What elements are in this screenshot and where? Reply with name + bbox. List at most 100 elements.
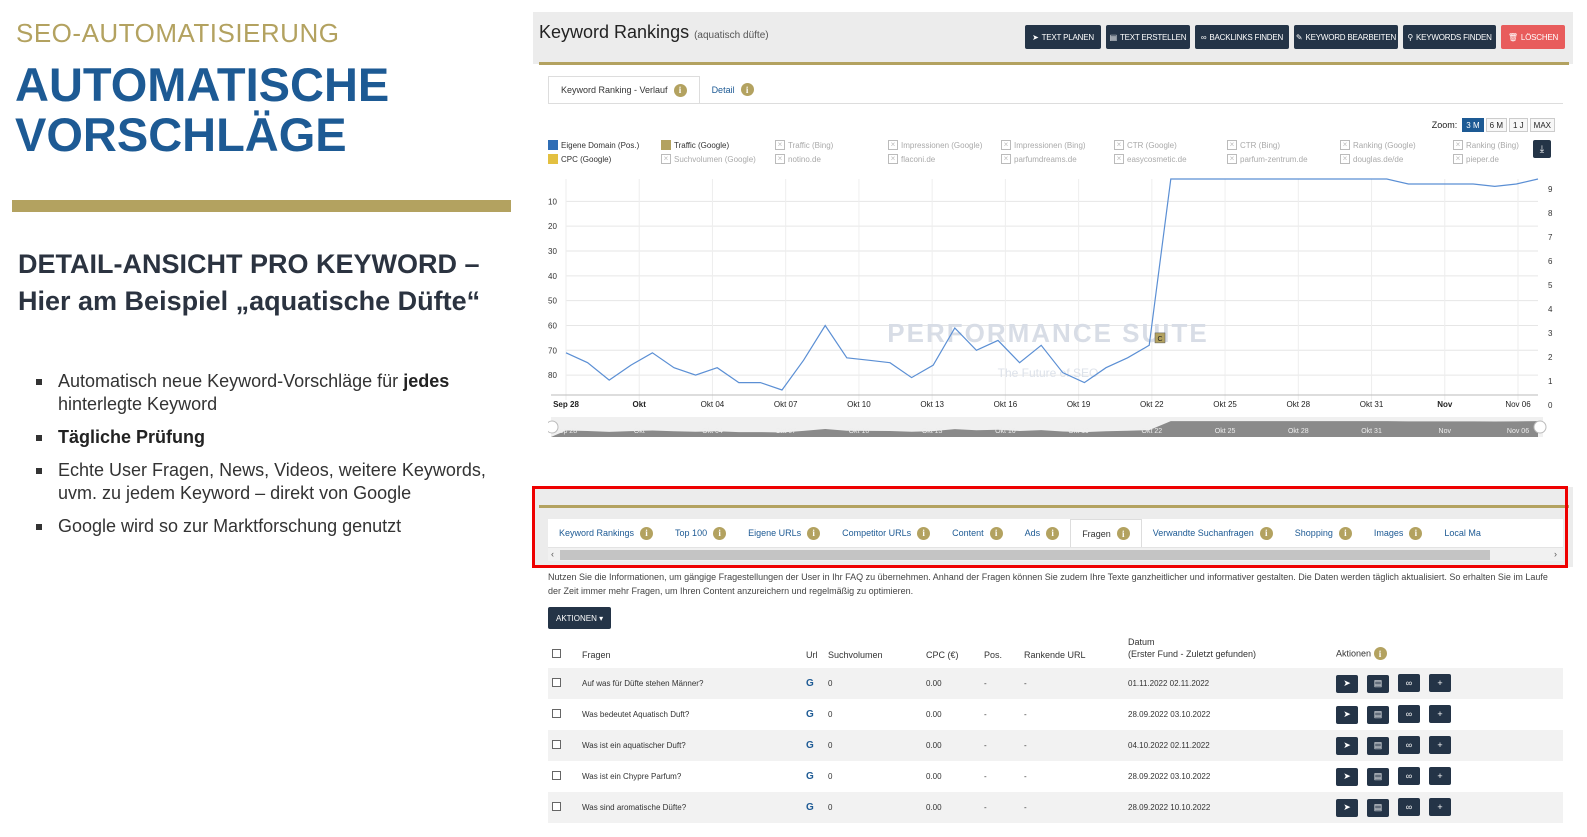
book-icon: ▤ — [1109, 32, 1118, 42]
info-icon[interactable]: i — [1373, 647, 1387, 660]
google-icon[interactable]: G — [806, 802, 814, 813]
legend-hidden-icon: × — [1453, 154, 1463, 164]
legend-item[interactable]: × Traffic (Bing) — [775, 140, 833, 150]
paper-plane-action-button[interactable]: ➤ — [1336, 674, 1358, 693]
col-rankende-url[interactable]: Rankende URL — [1020, 632, 1124, 668]
slide-subhead: DETAIL-ANSICHT PRO KEYWORD – Hier am Bei… — [18, 246, 518, 320]
paper-plane-action-button[interactable]: ➤ — [1336, 705, 1358, 724]
plus-action-button[interactable]: + — [1429, 767, 1451, 786]
navigator-tick-label: Okt 04 — [702, 428, 723, 435]
paper-plane-action-button[interactable]: ➤ — [1336, 736, 1358, 755]
book-action-button[interactable]: ▤ — [1367, 674, 1389, 693]
col-suchvolumen[interactable]: Suchvolumen — [824, 632, 922, 668]
paper-plane-action-button[interactable]: ➤ — [1336, 798, 1358, 817]
legend-label: Eigene Domain (Pos.) — [561, 140, 640, 150]
text-planen-button[interactable]: ➤ TEXT PLANEN — [1025, 25, 1101, 49]
legend-item[interactable]: × Ranking (Bing) — [1453, 140, 1519, 150]
x-tick-label: Okt 16 — [994, 400, 1018, 409]
zoom-max-button[interactable]: MAX — [1529, 118, 1555, 132]
plus-action-button[interactable]: + — [1429, 736, 1451, 755]
legend-item[interactable]: × parfum-zentrum.de — [1227, 154, 1308, 164]
paper-plane-action-button[interactable]: ➤ — [1336, 767, 1358, 786]
book-action-button[interactable]: ▤ — [1367, 705, 1389, 724]
google-icon[interactable]: G — [806, 709, 814, 720]
x-tick-label: Okt 31 — [1360, 400, 1384, 409]
legend-item[interactable]: × Suchvolumen (Google) — [661, 154, 756, 164]
zoom-3m-button[interactable]: 3 M — [1462, 118, 1484, 132]
plus-action-button[interactable]: + — [1429, 705, 1451, 724]
loeschen-button[interactable]: 🗑 LÖSCHEN — [1501, 25, 1565, 49]
pos-cell-text: - — [984, 772, 987, 781]
link-action-button[interactable]: ∞ — [1398, 736, 1420, 755]
url-cell: G — [802, 730, 824, 761]
backlinks-finden-button[interactable]: ∞ BACKLINKS FINDEN — [1195, 25, 1289, 49]
legend-label: Impressionen (Google) — [901, 140, 983, 150]
google-icon[interactable]: G — [806, 771, 814, 782]
google-icon[interactable]: G — [806, 678, 814, 689]
legend-item[interactable]: × CTR (Google) — [1114, 140, 1177, 150]
google-icon[interactable]: G — [806, 740, 814, 751]
legend-label: Ranking (Google) — [1353, 140, 1416, 150]
col-fragen[interactable]: Fragen — [578, 632, 802, 668]
legend-item[interactable]: × Impressionen (Bing) — [1001, 140, 1086, 150]
book-action-button[interactable]: ▤ — [1367, 736, 1389, 755]
link-action-button[interactable]: ∞ — [1398, 674, 1420, 693]
col-pos[interactable]: Pos. — [980, 632, 1020, 668]
question-cell-text: Auf was für Düfte stehen Männer? — [582, 679, 704, 688]
keyword-bearbeiten-button[interactable]: ✎ KEYWORD BEARBEITEN — [1294, 25, 1398, 49]
tab-ranking-verlauf[interactable]: Keyword Ranking - Verlauf i — [548, 76, 700, 104]
book-action-button[interactable]: ▤ — [1367, 798, 1389, 817]
book-action-button[interactable]: ▤ — [1367, 767, 1389, 786]
link-action-button[interactable]: ∞ — [1398, 798, 1420, 817]
row-checkbox[interactable] — [552, 771, 561, 780]
legend-item[interactable]: × flaconi.de — [888, 154, 935, 164]
cpc-cell: 0.00 — [922, 699, 980, 730]
y-tick-label: 10 — [548, 197, 557, 206]
y-tick-label: 40 — [548, 272, 557, 281]
button-label: KEYWORDS FINDEN — [1415, 32, 1492, 42]
legend-item[interactable]: Traffic (Google) — [661, 140, 729, 150]
legend-item[interactable]: Eigene Domain (Pos.) — [548, 140, 639, 150]
row-checkbox[interactable] — [552, 802, 561, 811]
col-datum[interactable]: Datum (Erster Fund - Zuletzt gefunden) — [1124, 632, 1332, 668]
legend-item[interactable]: × douglas.de/de — [1340, 154, 1403, 164]
keyword-subtitle: (aquatisch düfte) — [694, 30, 769, 41]
date-cell-text: 04.10.2022 02.11.2022 — [1128, 741, 1210, 750]
plus-action-button[interactable]: + — [1429, 798, 1451, 817]
info-icon[interactable]: i — [673, 83, 687, 97]
tab-label: Detail — [711, 84, 735, 95]
legend-item[interactable]: × easycosmetic.de — [1114, 154, 1187, 164]
rank-url-cell-text: - — [1024, 803, 1027, 812]
row-checkbox[interactable] — [552, 740, 561, 749]
col-cpc[interactable]: CPC (€) — [922, 632, 980, 668]
zoom-6m-button[interactable]: 6 M — [1485, 118, 1507, 132]
rank-url-cell: - — [1020, 699, 1124, 730]
datum-sublabel: (Erster Fund - Zuletzt gefunden) — [1128, 649, 1257, 659]
legend-item[interactable]: × parfumdreams.de — [1001, 154, 1077, 164]
watermark-tagline: The Future of SEO — [998, 366, 1099, 380]
plus-action-button[interactable]: + — [1429, 674, 1451, 693]
row-checkbox[interactable] — [552, 709, 561, 718]
zoom-1j-button[interactable]: 1 J — [1508, 118, 1528, 132]
y-tick-label: 50 — [548, 297, 557, 306]
download-icon[interactable]: ⤓ — [1533, 140, 1551, 158]
legend-label: easycosmetic.de — [1127, 154, 1187, 164]
select-all-checkbox[interactable] — [552, 649, 561, 658]
legend-item[interactable]: × pieper.de — [1453, 154, 1499, 164]
legend-item[interactable]: × notino.de — [775, 154, 821, 164]
row-checkbox[interactable] — [552, 678, 561, 687]
legend-item[interactable]: × Impressionen (Google) — [888, 140, 982, 150]
link-action-button[interactable]: ∞ — [1398, 767, 1420, 786]
keywords-finden-button[interactable]: ⚲ KEYWORDS FINDEN — [1403, 25, 1496, 49]
info-icon[interactable]: i — [740, 83, 754, 96]
link-action-button[interactable]: ∞ — [1398, 705, 1420, 724]
col-aktionen: Aktionen i — [1332, 632, 1563, 668]
text-erstellen-button[interactable]: ▤ TEXT ERSTELLEN — [1106, 25, 1190, 49]
aktionen-dropdown-button[interactable]: AKTIONEN ▾ — [548, 607, 612, 629]
legend-item[interactable]: CPC (Google) — [548, 154, 611, 164]
legend-item[interactable]: × Ranking (Google) — [1340, 140, 1416, 150]
tab-detail[interactable]: Detail i — [699, 76, 766, 104]
col-url[interactable]: Url — [802, 632, 824, 668]
navigator-tick-label: Okt 10 — [849, 428, 870, 435]
legend-item[interactable]: × CTR (Bing) — [1227, 140, 1280, 150]
